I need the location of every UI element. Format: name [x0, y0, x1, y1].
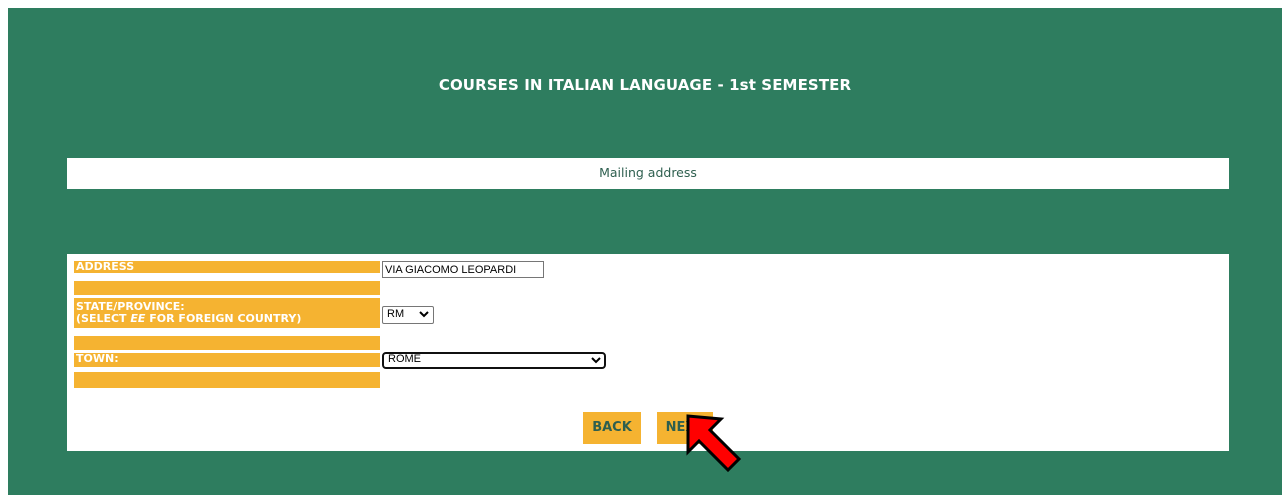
town-label-text: TOWN:: [76, 352, 119, 365]
address-input[interactable]: [382, 261, 544, 278]
town-select[interactable]: ROME: [382, 352, 606, 369]
chevron-down-icon: [591, 357, 601, 364]
spacer-row: [74, 336, 380, 350]
state-label-line2: (SELECT EE FOR FOREIGN COUNTRY): [76, 312, 302, 325]
chevron-down-icon: [419, 311, 429, 318]
page-title: COURSES IN ITALIAN LANGUAGE - 1st SEMEST…: [438, 76, 852, 94]
red-arrow-pointer-icon: [686, 414, 742, 473]
page-background: COURSES IN ITALIAN LANGUAGE - 1st SEMEST…: [8, 8, 1282, 495]
section-title: Mailing address: [67, 158, 1229, 189]
state-province-select[interactable]: RM: [382, 306, 434, 324]
town-label: TOWN:: [74, 353, 380, 367]
spacer-row: [74, 372, 380, 388]
spacer-row: [74, 281, 380, 295]
town-select-value: ROME: [388, 353, 421, 365]
state-province-label: STATE/PROVINCE: (SELECT EE FOR FOREIGN C…: [74, 298, 380, 328]
back-button[interactable]: BACK: [583, 412, 641, 444]
address-label-text: ADDRESS: [76, 260, 135, 273]
state-select-value: RM: [387, 308, 405, 320]
address-label: ADDRESS: [74, 261, 380, 273]
mailing-address-form: ADDRESS STATE/PROVINCE: (SELECT EE FOR F…: [67, 254, 1229, 451]
